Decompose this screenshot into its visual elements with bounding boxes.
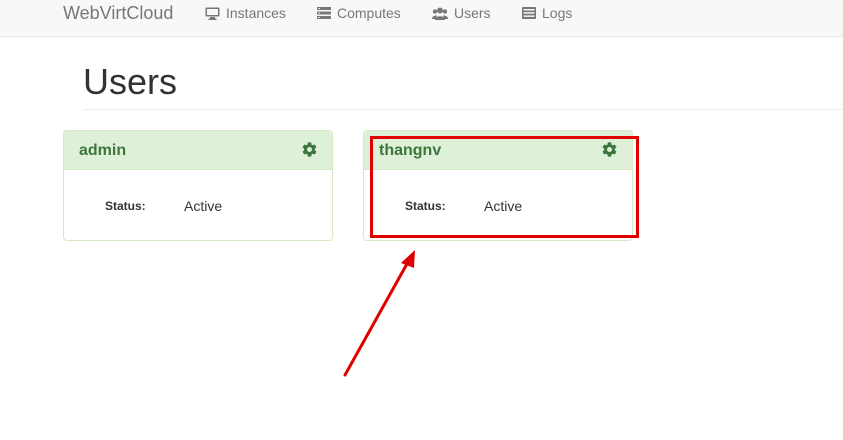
annotation-arrow xyxy=(343,250,415,377)
